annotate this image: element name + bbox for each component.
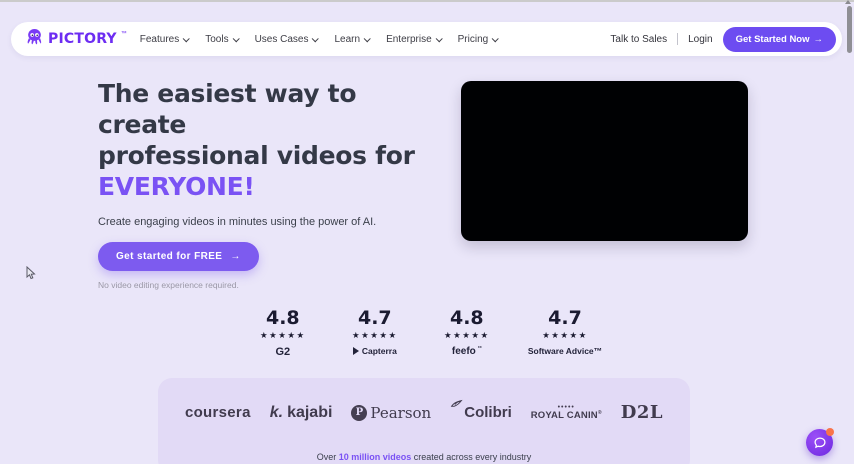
caption-highlight-link[interactable]: 10 million videos xyxy=(339,452,412,462)
arrow-right-icon: → xyxy=(230,251,241,262)
pearson-logo: P Pearson xyxy=(351,404,431,422)
hero-subtitle: Create engaging videos in minutes using … xyxy=(98,216,377,228)
hero-heading-accent: EVERYONE! xyxy=(98,172,255,201)
rating-score: 4.8 xyxy=(449,307,484,329)
nav-item-label: Features xyxy=(139,33,180,45)
nav-item-enterprise[interactable]: Enterprise xyxy=(386,33,443,45)
pearson-logo-text: Pearson xyxy=(370,403,432,422)
g2-logo: G2 xyxy=(275,346,291,358)
hero-section: The easiest way to create professional v… xyxy=(98,78,443,290)
page: PICTORY ™ Features Tools Uses Cases Lear… xyxy=(0,0,854,464)
navbar-right: Talk to Sales Login Get Started Now → xyxy=(610,26,836,52)
nav-item-label: Uses Cases xyxy=(254,33,309,45)
get-started-free-button[interactable]: Get started for FREE → xyxy=(98,242,259,271)
hero-note: No video editing experience required. xyxy=(98,280,239,290)
kajabi-logo-text: kajabi xyxy=(287,403,333,421)
nav-item-learn[interactable]: Learn xyxy=(334,33,371,45)
hero-heading: The easiest way to create professional v… xyxy=(98,78,443,202)
rating-stars: ★★★★★ xyxy=(444,330,490,340)
rating-score: 4.7 xyxy=(357,307,392,329)
scrollbar-track[interactable] xyxy=(845,0,853,464)
chat-bubble-icon xyxy=(813,436,826,448)
capterra-logo: Capterra xyxy=(361,346,397,356)
d2l-logo: D2L xyxy=(621,402,663,423)
chevron-down-icon xyxy=(491,34,499,42)
rating-g2: 4.8 ★★★★★ G2 xyxy=(252,307,314,358)
chevron-down-icon xyxy=(232,34,240,42)
hero-heading-line1: The easiest way to create xyxy=(98,79,357,139)
chevron-down-icon xyxy=(182,34,190,42)
octopus-logo-icon xyxy=(25,27,44,51)
colibri-bird-icon xyxy=(450,399,463,416)
customer-logos-row: coursera k. kajabi P Pearson Colibri •••… xyxy=(158,399,690,423)
d2l-logo-text: D2L xyxy=(620,402,664,423)
get-started-free-label: Get started for FREE xyxy=(116,251,223,262)
nav-item-features[interactable]: Features xyxy=(139,33,190,45)
navbar: PICTORY ™ Features Tools Uses Cases Lear… xyxy=(11,22,842,56)
chat-widget-button[interactable] xyxy=(806,428,834,456)
caption-prefix: Over xyxy=(316,452,339,462)
brand-name: PICTORY xyxy=(48,31,117,47)
hero-heading-line2: professional videos for xyxy=(98,141,415,170)
get-started-now-button[interactable]: Get Started Now → xyxy=(722,26,836,52)
colibri-logo: Colibri xyxy=(450,399,512,421)
rating-stars: ★★★★★ xyxy=(352,330,398,340)
nav-item-pricing[interactable]: Pricing xyxy=(457,33,499,45)
chevron-down-icon xyxy=(312,34,320,42)
main-menu: Features Tools Uses Cases Learn Enterpri… xyxy=(139,33,499,45)
nav-item-label: Pricing xyxy=(457,33,489,45)
registered-mark: ® xyxy=(597,409,602,416)
rating-score: 4.8 xyxy=(265,307,300,329)
caption-suffix: created across every industry xyxy=(411,452,532,462)
software-advice-logo: Software Advice™ xyxy=(527,346,603,356)
brand-trademark: ™ xyxy=(120,31,127,37)
feefo-mark: °° xyxy=(477,345,482,352)
nav-item-label: Tools xyxy=(205,33,229,45)
ratings-row: 4.8 ★★★★★ G2 4.7 ★★★★★ Capterra 4.8 ★★★★… xyxy=(0,307,854,358)
chevron-down-icon xyxy=(435,34,443,42)
royal-canin-logo-text: ROYAL CANIN xyxy=(530,409,598,421)
nav-item-label: Enterprise xyxy=(386,33,432,45)
scrollbar-thumb[interactable] xyxy=(847,6,852,53)
nav-divider xyxy=(677,33,679,45)
chevron-down-icon xyxy=(363,34,371,42)
videos-created-caption: Over 10 million videos created across ev… xyxy=(158,452,690,462)
chat-notification-badge xyxy=(826,428,834,436)
nav-item-label: Learn xyxy=(334,33,361,45)
rating-stars: ★★★★★ xyxy=(260,330,306,340)
kajabi-k-icon: k. xyxy=(269,403,284,421)
pictory-logo[interactable]: PICTORY ™ xyxy=(25,27,127,51)
feefo-logo: feefo xyxy=(451,346,476,357)
get-started-now-label: Get Started Now xyxy=(735,33,810,45)
nav-item-uses-cases[interactable]: Uses Cases xyxy=(254,33,320,45)
kajabi-logo: k. kajabi xyxy=(270,404,333,422)
nav-item-tools[interactable]: Tools xyxy=(205,33,240,45)
capterra-flag-icon xyxy=(352,347,359,355)
colibri-logo-text: Colibri xyxy=(464,404,512,421)
hero-video-player[interactable] xyxy=(461,81,748,241)
rating-score: 4.7 xyxy=(548,307,582,329)
rating-software-advice: 4.7 ★★★★★ Software Advice™ xyxy=(528,307,602,358)
talk-to-sales-link[interactable]: Talk to Sales xyxy=(610,34,667,45)
coursera-logo: coursera xyxy=(185,404,251,421)
window-top-border xyxy=(0,0,854,2)
scrollbar-up-arrow-icon[interactable] xyxy=(845,0,851,4)
login-link[interactable]: Login xyxy=(688,34,712,45)
mouse-cursor xyxy=(26,265,37,285)
rating-feefo: 4.8 ★★★★★ feefo °° xyxy=(436,307,498,358)
royal-canin-logo: ••••• ROYAL CANIN® xyxy=(530,404,602,421)
rating-stars: ★★★★★ xyxy=(542,330,588,340)
arrow-right-icon: → xyxy=(813,33,824,45)
rating-capterra: 4.7 ★★★★★ Capterra xyxy=(344,307,406,358)
coursera-logo-text: coursera xyxy=(184,404,251,421)
pearson-circle-icon: P xyxy=(351,404,368,421)
